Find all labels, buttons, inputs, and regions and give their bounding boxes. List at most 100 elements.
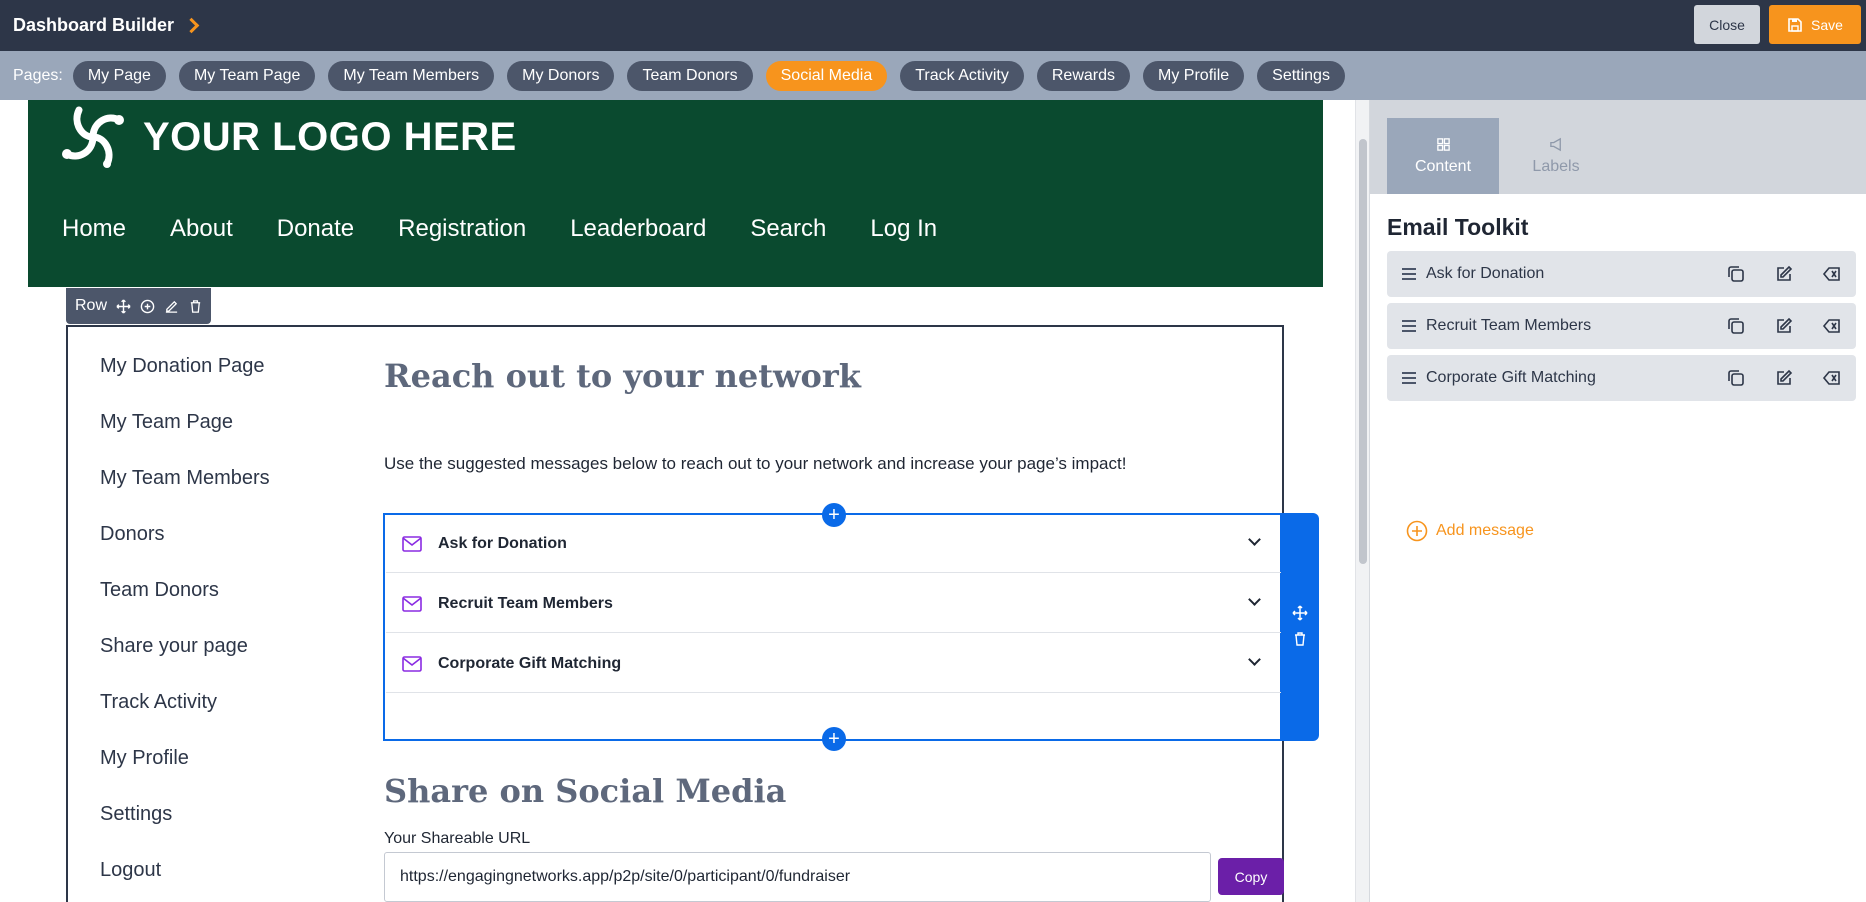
dashboard-sidenav: My Donation Page My Team Page My Team Me…: [100, 355, 270, 902]
chevron-down-icon[interactable]: [1248, 593, 1261, 606]
logo: YOUR LOGO HERE: [53, 102, 517, 172]
trash-icon[interactable]: [1292, 631, 1308, 647]
sidenav-donors[interactable]: Donors: [100, 523, 270, 579]
logo-text: YOUR LOGO HERE: [143, 114, 517, 159]
pages-bar: Pages: My Page My Team Page My Team Memb…: [0, 51, 1866, 100]
properties-panel: Content Labels Email Toolkit Ask for Don…: [1369, 100, 1866, 902]
message-item[interactable]: Ask for Donation: [1387, 251, 1856, 297]
message-item[interactable]: Recruit Team Members: [1387, 303, 1856, 349]
drag-handle-icon[interactable]: [1402, 372, 1416, 384]
hero-header[interactable]: YOUR LOGO HERE Home About Donate Registr…: [28, 100, 1323, 287]
logo-swirl-icon: [62, 106, 124, 168]
page-pill-my-donors[interactable]: My Donors: [507, 60, 615, 91]
delete-icon[interactable]: [1822, 264, 1842, 284]
chevron-down-icon[interactable]: [1248, 653, 1261, 666]
tab-content-label: Content: [1414, 157, 1472, 175]
message-label: Corporate Gift Matching: [1426, 369, 1596, 386]
page-pill-my-team-members[interactable]: My Team Members: [328, 60, 495, 91]
delete-icon[interactable]: [1822, 368, 1842, 388]
copy-icon[interactable]: [1726, 264, 1746, 284]
edit-icon[interactable]: [164, 299, 179, 314]
panel-tabs: Content Labels: [1370, 100, 1866, 194]
panel-heading: Email Toolkit: [1387, 214, 1529, 240]
chevron-down-icon[interactable]: [1248, 533, 1261, 546]
nav-log-in[interactable]: Log In: [870, 215, 937, 243]
page-pill-my-profile[interactable]: My Profile: [1143, 60, 1245, 91]
add-message-label: Add message: [1436, 522, 1534, 539]
scrollbar-thumb[interactable]: [1359, 139, 1367, 564]
nav-home[interactable]: Home: [62, 215, 126, 243]
add-circle-icon[interactable]: [140, 299, 155, 314]
save-button[interactable]: Save: [1769, 5, 1861, 44]
page-pill-my-team-page[interactable]: My Team Page: [178, 60, 316, 91]
app-title: Dashboard Builder: [13, 15, 200, 36]
intro-text: Use the suggested messages below to reac…: [384, 454, 1127, 473]
page-pill-social-media[interactable]: Social Media: [765, 60, 888, 91]
trash-icon[interactable]: [188, 299, 203, 314]
message-item[interactable]: Corporate Gift Matching: [1387, 355, 1856, 401]
drag-handle-icon[interactable]: [1402, 268, 1416, 280]
app-title-text: Dashboard Builder: [13, 15, 175, 35]
edit-icon[interactable]: [1774, 264, 1794, 284]
drag-handle-icon[interactable]: [1402, 320, 1416, 332]
sidenav-share-your-page[interactable]: Share your page: [100, 635, 270, 691]
top-bar: Dashboard Builder Close Save: [0, 0, 1866, 51]
section-heading-reach: Reach out to your network: [384, 357, 861, 395]
chevron-right-icon: [183, 17, 200, 34]
page-pill-my-page[interactable]: My Page: [72, 60, 166, 91]
nav-leaderboard[interactable]: Leaderboard: [570, 215, 706, 243]
copy-icon[interactable]: [1726, 368, 1746, 388]
sidenav-my-team-members[interactable]: My Team Members: [100, 467, 270, 523]
add-block-below-icon[interactable]: +: [822, 727, 846, 751]
sidenav-my-team-page[interactable]: My Team Page: [100, 411, 270, 467]
page-pill-team-donors[interactable]: Team Donors: [627, 60, 753, 91]
sidenav-track-activity[interactable]: Track Activity: [100, 691, 270, 747]
message-actions: [1726, 368, 1842, 388]
row-label: Row: [75, 297, 108, 314]
move-icon[interactable]: [1292, 605, 1308, 621]
copy-icon[interactable]: [1726, 316, 1746, 336]
page-canvas: YOUR LOGO HERE Home About Donate Registr…: [0, 100, 1355, 902]
add-block-above-icon[interactable]: +: [822, 503, 846, 527]
email-accordion[interactable]: Ask for Donation Recruit Team Members Co…: [383, 513, 1282, 741]
nav-about[interactable]: About: [170, 215, 233, 243]
tab-labels[interactable]: Labels: [1500, 118, 1612, 194]
tab-labels-label: Labels: [1532, 157, 1580, 175]
envelope-icon: [402, 655, 422, 672]
site-nav: Home About Donate Registration Leaderboa…: [62, 215, 937, 243]
nav-search[interactable]: Search: [750, 215, 826, 243]
canvas-scrollbar[interactable]: [1355, 100, 1369, 902]
sidenav-settings[interactable]: Settings: [100, 803, 270, 859]
section-heading-share: Share on Social Media: [384, 772, 787, 810]
accordion-item[interactable]: Corporate Gift Matching: [386, 635, 1281, 693]
message-actions: [1726, 264, 1842, 284]
accordion-item[interactable]: Recruit Team Members: [386, 575, 1281, 633]
edit-icon[interactable]: [1774, 316, 1794, 336]
shareable-url-input[interactable]: [384, 852, 1211, 902]
sidenav-my-profile[interactable]: My Profile: [100, 747, 270, 803]
move-icon[interactable]: [116, 298, 131, 314]
nav-donate[interactable]: Donate: [277, 215, 354, 243]
edit-icon[interactable]: [1774, 368, 1794, 388]
sidenav-logout[interactable]: Logout: [100, 859, 270, 902]
page-pill-track-activity[interactable]: Track Activity: [900, 60, 1024, 91]
row-toolbar: Row: [66, 288, 211, 324]
tab-content[interactable]: Content: [1387, 118, 1499, 194]
delete-icon[interactable]: [1822, 316, 1842, 336]
copy-button[interactable]: Copy: [1218, 858, 1284, 895]
close-button[interactable]: Close: [1694, 5, 1760, 44]
add-message-button[interactable]: Add message: [1406, 520, 1534, 542]
page-pill-rewards[interactable]: Rewards: [1036, 60, 1131, 91]
sidenav-team-donors[interactable]: Team Donors: [100, 579, 270, 635]
pages-label: Pages:: [13, 66, 63, 84]
megaphone-icon: [1549, 137, 1561, 151]
shareable-url-label: Your Shareable URL: [384, 830, 531, 847]
sidenav-my-donation-page[interactable]: My Donation Page: [100, 355, 270, 411]
add-circle-icon: [1406, 520, 1428, 542]
envelope-icon: [402, 535, 422, 552]
accordion-label: Corporate Gift Matching: [438, 654, 622, 672]
nav-registration[interactable]: Registration: [398, 215, 526, 243]
message-label: Ask for Donation: [1426, 265, 1545, 282]
page-pill-settings[interactable]: Settings: [1257, 60, 1345, 91]
grid-icon: [1436, 137, 1450, 151]
